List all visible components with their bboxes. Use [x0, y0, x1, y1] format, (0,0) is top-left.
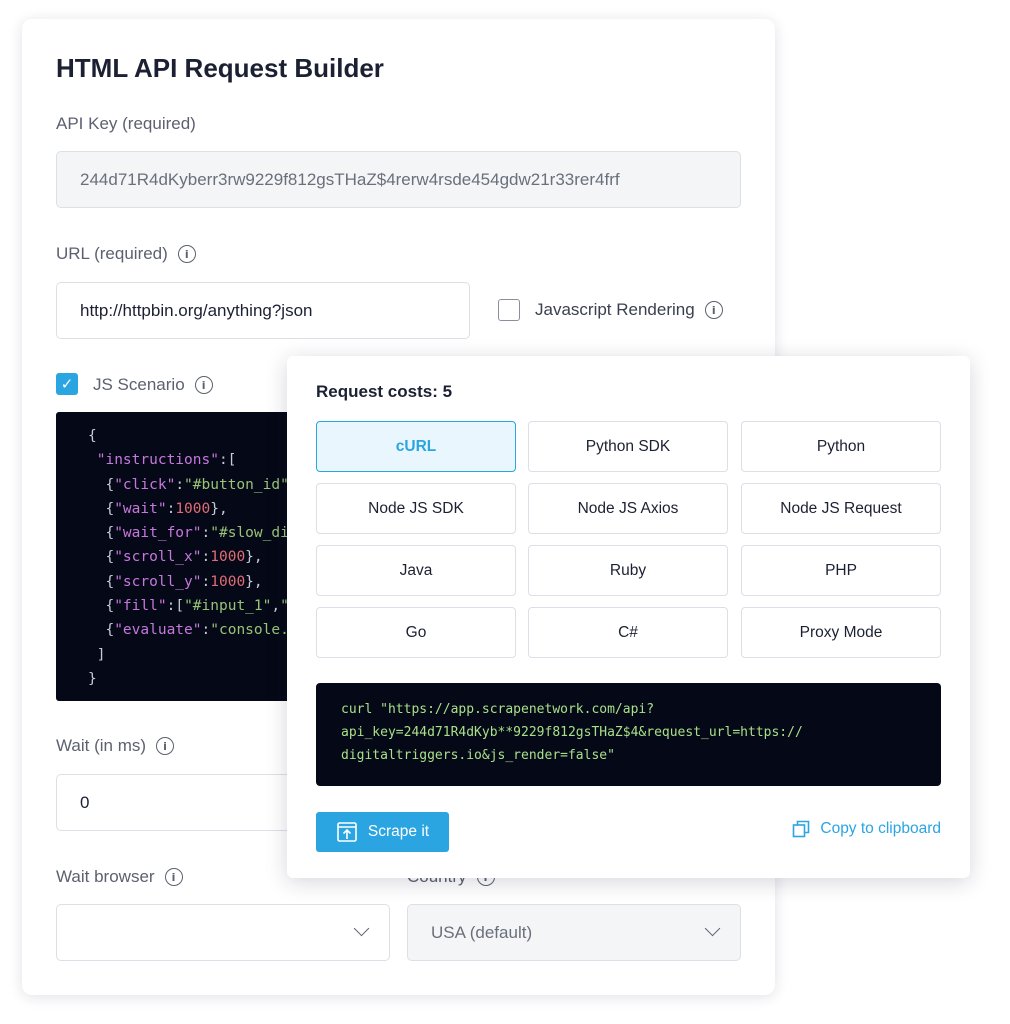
language-tab-csharp[interactable]: C# — [528, 607, 728, 658]
scrape-it-button[interactable]: Scrape it — [316, 812, 449, 852]
code-line: "instructions":[ — [96, 452, 237, 469]
info-icon[interactable]: i — [164, 868, 183, 886]
upload-box-icon — [337, 822, 357, 842]
code-line: {"fill":["#input_1"," — [88, 598, 289, 615]
language-tab-python-sdk[interactable]: Python SDK — [528, 421, 728, 472]
js-scenario-editor[interactable]: { "instructions":[ {"click":"#button_id"… — [56, 412, 309, 701]
chevron-down-icon — [353, 920, 370, 937]
info-icon[interactable]: i — [156, 737, 175, 755]
country-select[interactable]: USA (default) — [407, 904, 741, 961]
code-line: {"scroll_x":1000}, — [88, 549, 263, 566]
wait-label: Wait (in ms) i — [56, 736, 175, 756]
code-line: ] — [88, 646, 106, 663]
language-tab-go[interactable]: Go — [316, 607, 516, 658]
page-title: HTML API Request Builder — [56, 53, 384, 83]
api-key-label: API Key (required) — [56, 114, 196, 133]
code-line: } — [88, 670, 97, 687]
request-costs-title: Request costs: 5 — [316, 382, 453, 401]
info-icon[interactable]: i — [704, 301, 723, 319]
url-input[interactable]: http://httpbin.org/anything?json — [56, 282, 470, 339]
language-tab-php[interactable]: PHP — [741, 545, 941, 596]
language-tab-ruby[interactable]: Ruby — [528, 545, 728, 596]
code-line: {"evaluate":"console. — [88, 622, 289, 639]
js-scenario-checkbox[interactable]: ✓ — [56, 373, 78, 395]
language-tab-node-js-request[interactable]: Node JS Request — [741, 483, 941, 534]
code-line: {"wait_for":"#slow_di — [88, 525, 289, 542]
code-line: {"scroll_y":1000}, — [88, 573, 263, 590]
code-line: curl "https://app.scrapenetwork.com/api? — [341, 702, 655, 717]
language-tab-curl[interactable]: cURL — [316, 421, 516, 472]
code-line: digitaltriggers.io&js_render=false" — [341, 748, 615, 763]
copy-icon — [793, 820, 810, 838]
language-tab-python[interactable]: Python — [741, 421, 941, 472]
checkmark-icon: ✓ — [60, 375, 74, 393]
request-costs-panel: Request costs: 5 cURL Python SDK Python … — [287, 356, 970, 878]
language-tab-node-js-axios[interactable]: Node JS Axios — [528, 483, 728, 534]
chevron-down-icon — [704, 920, 721, 937]
info-icon[interactable]: i — [177, 245, 196, 263]
wait-browser-label: Wait browser i — [56, 867, 183, 887]
code-line: {"click":"#button_id" — [88, 476, 289, 493]
info-icon[interactable]: i — [194, 376, 213, 394]
copy-to-clipboard-link[interactable]: Copy to clipboard — [792, 820, 941, 838]
generated-code-block[interactable]: curl "https://app.scrapenetwork.com/api?… — [316, 683, 941, 786]
api-key-input[interactable]: 244d71R4dKyberr3rw9229f812gsTHaZ$4rerw4r… — [56, 151, 741, 208]
language-tab-java[interactable]: Java — [316, 545, 516, 596]
js-rendering-checkbox[interactable] — [498, 299, 520, 321]
code-line: {"wait":1000}, — [88, 500, 228, 517]
url-label: URL (required) i — [56, 244, 196, 264]
code-line: { — [88, 428, 97, 444]
code-line: api_key=244d71R4dKyb**9229f812gsTHaZ$4&r… — [341, 725, 803, 740]
js-rendering-label: Javascript Rendering i — [535, 300, 723, 320]
js-scenario-label: JS Scenario i — [93, 375, 213, 395]
language-tab-node-js-sdk[interactable]: Node JS SDK — [316, 483, 516, 534]
wait-browser-select[interactable] — [56, 904, 390, 961]
language-tab-proxy-mode[interactable]: Proxy Mode — [741, 607, 941, 658]
